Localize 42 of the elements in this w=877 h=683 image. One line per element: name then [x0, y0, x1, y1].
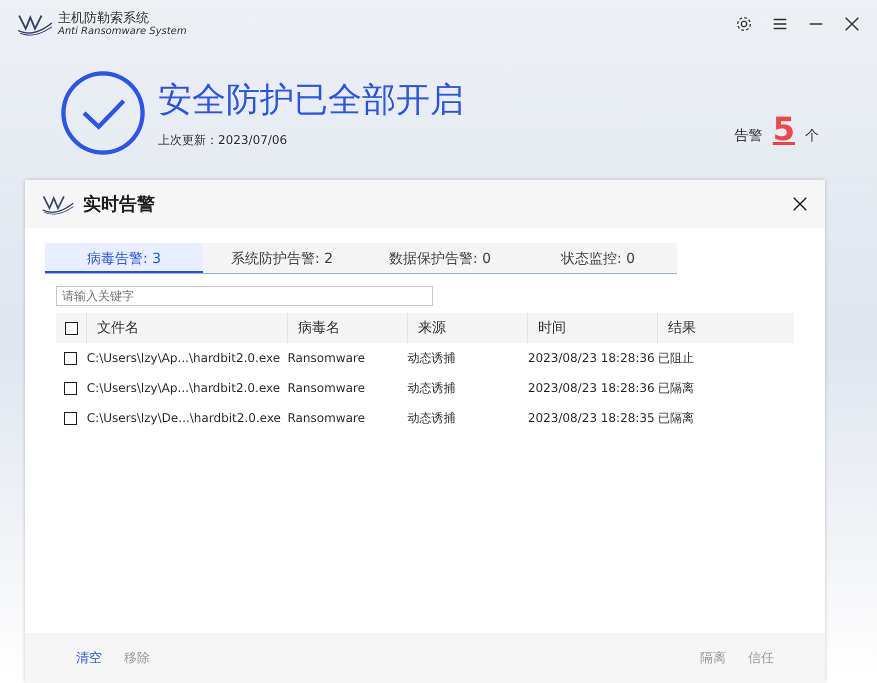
table-cell: 2023/08/23 18:28:36 [528, 351, 655, 365]
settings-icon[interactable] [735, 15, 753, 33]
column-header: 文件名 [97, 319, 139, 337]
column-header: 来源 [418, 319, 446, 337]
table-cell: 已阻止 [658, 350, 694, 364]
table-cell: C:\Users\lzy\De...\hardbit2.0.exe [86, 411, 281, 425]
footer-button[interactable]: 清空 [70, 645, 108, 671]
tab[interactable]: 数据保护告警: 0 [361, 243, 519, 273]
search-field[interactable]: 请输入关键字 [56, 286, 433, 306]
checkbox[interactable] [64, 382, 78, 394]
alert-unit: 个 [805, 127, 819, 145]
column-header: 结果 [668, 319, 696, 337]
table-cell: C:\Users\lzy\Ap...\hardbit2.0.exe [86, 351, 280, 365]
column-header: 时间 [538, 319, 566, 337]
table-cell: Ransomware [287, 411, 365, 425]
checkbox[interactable] [64, 322, 78, 334]
table-cell: C:\Users\lzy\Ap...\hardbit2.0.exe [86, 381, 280, 395]
table-cell: 动态诱捕 [408, 380, 456, 394]
app-title: 主机防勒索系统 [58, 10, 150, 26]
tab[interactable]: 病毒告警: 3 [45, 243, 203, 273]
table-cell: Ransomware [287, 381, 365, 395]
close-icon[interactable] [843, 15, 861, 33]
table-cell: 2023/08/23 18:28:35 [528, 411, 655, 425]
close-icon[interactable] [791, 195, 809, 213]
check-circle-icon [60, 70, 146, 156]
tab[interactable]: 系统防护告警: 2 [203, 243, 361, 273]
tab[interactable]: 状态监控: 0 [519, 243, 677, 273]
alert-label: 告警 [734, 127, 763, 145]
alert-count[interactable]: 5 [772, 110, 795, 148]
app-subtitle: Anti Ransomware System [58, 26, 187, 38]
checkbox[interactable] [64, 352, 78, 364]
checkbox[interactable] [64, 412, 78, 424]
table-cell: 动态诱捕 [408, 410, 456, 424]
table-cell: 2023/08/23 18:28:36 [528, 381, 655, 395]
column-header: 病毒名 [298, 319, 340, 337]
table-cell: Ransomware [287, 351, 365, 365]
table-cell: 已隔离 [658, 380, 694, 394]
status-headline: 安全防护已全部开启 [158, 79, 464, 122]
table-cell: 已隔离 [658, 410, 694, 424]
dialog-title: 实时告警 [83, 193, 155, 216]
table-cell: 动态诱捕 [408, 350, 456, 364]
last-update: 上次更新：2023/07/06 [158, 132, 288, 149]
